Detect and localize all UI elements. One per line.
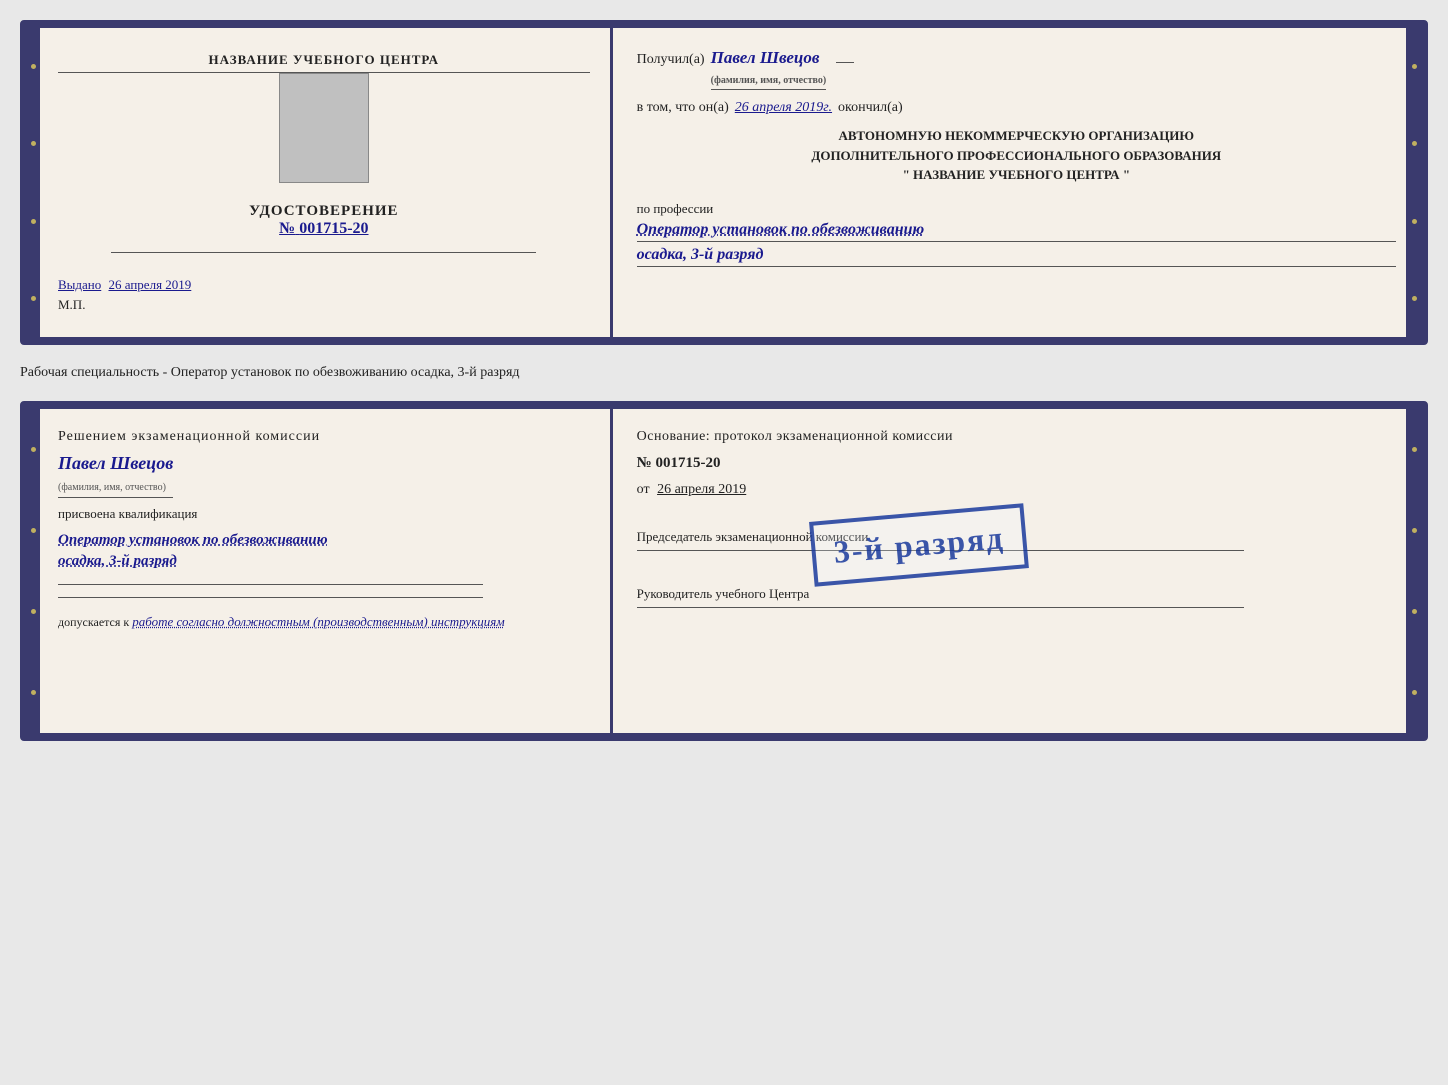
profession-value: Оператор установок по обезвоживанию: [637, 221, 1396, 242]
signature-line-2: [58, 597, 483, 598]
binding-hole: [1412, 609, 1417, 614]
dopuskaetsya-label: допускается к: [58, 615, 129, 629]
binding-hole: [1412, 64, 1417, 69]
top-org-name: НАЗВАНИЕ УЧЕБНОГО ЦЕНТРА: [58, 52, 590, 73]
received-label: Получил(а): [637, 52, 705, 68]
recipient-sub: (фамилия, имя, отчество): [711, 75, 827, 86]
received-line: Получил(а) Павел Швецов (фамилия, имя, о…: [637, 48, 1396, 90]
person-name: Павел Швецов (фамилия, имя, отчество): [58, 453, 173, 498]
binding-hole: [31, 447, 36, 452]
person-sub: (фамилия, имя, отчество): [58, 482, 166, 493]
binding-hole: [31, 690, 36, 695]
vtom-line: в том, что он(а) 26 апреля 2019г. окончи…: [637, 100, 1396, 116]
info-line: Рабочая специальность - Оператор установ…: [20, 363, 1428, 383]
cert-number-prefix: №: [279, 220, 295, 237]
divider: [111, 252, 536, 253]
dopuskaetsya-line: допускается к работе согласно должностны…: [58, 614, 590, 630]
org-line2: ДОПОЛНИТЕЛЬНОГО ПРОФЕССИОНАЛЬНОГО ОБРАЗО…: [637, 146, 1396, 166]
dash-line: [836, 62, 854, 63]
recipient-name: Павел Швецов (фамилия, имя, отчество): [711, 48, 827, 90]
ot-date: от 26 апреля 2019: [637, 482, 1396, 498]
issued-line: Выдано 26 апреля 2019: [58, 277, 191, 293]
right-binding: [1406, 28, 1422, 337]
bottom-cert-right: 3-й разряд Основание: протокол экзаменац…: [613, 409, 1420, 733]
vtom-label: в том, что он(а): [637, 100, 729, 116]
po-professii-label: по профессии: [637, 201, 1396, 217]
okonchil-label: окончил(а): [838, 100, 903, 116]
binding-hole: [31, 528, 36, 533]
cert-number-value: 001715-20: [299, 220, 368, 237]
binding-hole: [31, 609, 36, 614]
top-cert-right: Получил(а) Павел Швецов (фамилия, имя, о…: [613, 28, 1420, 337]
rukovoditel-signature-line: [637, 607, 1244, 608]
photo-placeholder: [279, 73, 369, 183]
bottom-certificate: Решением экзаменационной комиссии Павел …: [20, 401, 1428, 741]
top-certificate: НАЗВАНИЕ УЧЕБНОГО ЦЕНТРА УДОСТОВЕРЕНИЕ №…: [20, 20, 1428, 345]
rukovoditel-label: Руководитель учебного Центра: [637, 585, 1396, 603]
binding-hole: [1412, 219, 1417, 224]
dopuskaetsya-value: работе согласно должностным (производств…: [132, 614, 504, 629]
decision-title: Решением экзаменационной комиссии: [58, 429, 590, 445]
stamp: 3-й разряд: [809, 503, 1029, 586]
specialty-value: осадка, 3-й разряд: [637, 246, 1396, 267]
org-line1: АВТОНОМНУЮ НЕКОММЕРЧЕСКУЮ ОРГАНИЗАЦИЮ: [637, 126, 1396, 146]
qualification-value: Оператор установок по обезвоживанию осад…: [58, 530, 590, 572]
binding-hole: [1412, 528, 1417, 533]
top-cert-left: НАЗВАНИЕ УЧЕБНОГО ЦЕНТРА УДОСТОВЕРЕНИЕ №…: [28, 28, 613, 337]
bottom-cert-left: Решением экзаменационной комиссии Павел …: [28, 409, 613, 733]
binding-hole: [1412, 296, 1417, 301]
binding-hole: [1412, 447, 1417, 452]
binding-hole: [1412, 141, 1417, 146]
person-name-block: Павел Швецов (фамилия, имя, отчество): [58, 453, 590, 498]
org-line3: " НАЗВАНИЕ УЧЕБНОГО ЦЕНТРА ": [637, 165, 1396, 185]
mp-label: М.П.: [58, 297, 85, 313]
signature-line-1: [58, 584, 483, 585]
osnov-text: Основание: протокол экзаменационной коми…: [637, 429, 1396, 445]
qualification-label: присвоена квалификация: [58, 506, 590, 522]
issued-label: Выдано: [58, 277, 101, 292]
protocol-number: № 001715-20: [637, 455, 1396, 472]
org-full-name: АВТОНОМНУЮ НЕКОММЕРЧЕСКУЮ ОРГАНИЗАЦИЮ ДО…: [637, 126, 1396, 185]
vtom-date: 26 апреля 2019г.: [735, 100, 832, 116]
binding-hole: [1412, 690, 1417, 695]
page-container: НАЗВАНИЕ УЧЕБНОГО ЦЕНТРА УДОСТОВЕРЕНИЕ №…: [20, 20, 1428, 741]
cert-title: УДОСТОВЕРЕНИЕ: [249, 203, 399, 220]
bottom-left-binding: [26, 409, 40, 733]
bottom-right-binding: [1406, 409, 1422, 733]
cert-number: № 001715-20: [249, 220, 399, 238]
issued-date: 26 апреля 2019: [109, 277, 192, 292]
